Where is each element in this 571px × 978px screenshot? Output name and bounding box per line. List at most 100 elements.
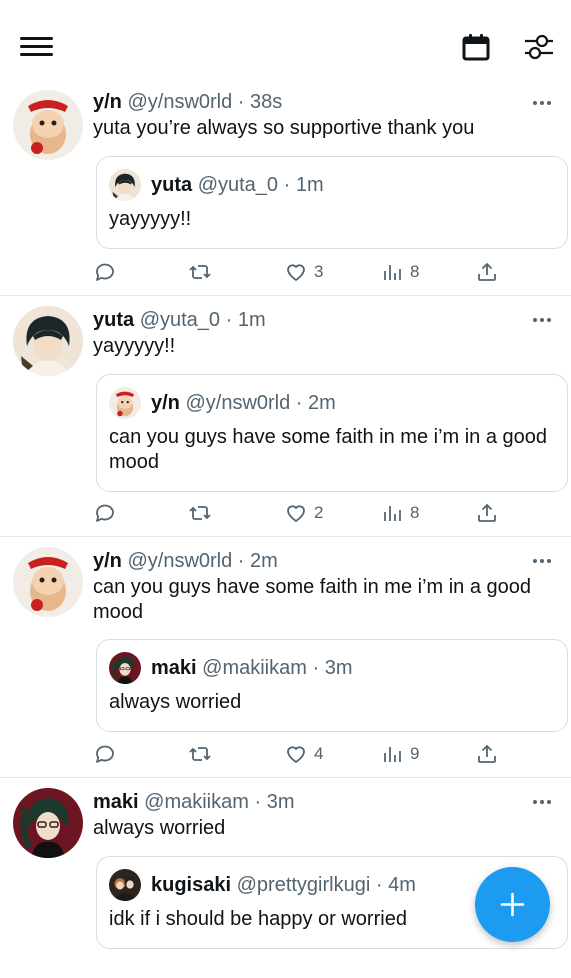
retweet-icon <box>188 742 212 766</box>
reply-button[interactable] <box>93 740 117 768</box>
views-button[interactable]: 8 <box>380 499 419 527</box>
separator: · <box>248 791 267 813</box>
tweet-actions: 2 8 <box>0 499 571 527</box>
display-name[interactable]: y/n <box>93 550 122 572</box>
share-icon <box>475 501 499 525</box>
avatar[interactable] <box>13 547 83 617</box>
tweet-text: yayyyyy!! <box>93 335 176 357</box>
retweet-button[interactable] <box>188 740 212 768</box>
timestamp: 2m <box>308 392 336 414</box>
more-options-icon[interactable] <box>533 99 553 107</box>
timestamp: 1m <box>295 174 324 196</box>
tweet[interactable]: yuta @yuta_0 · 1m yayyyyy!! y/n @y/nsw0r… <box>0 296 571 537</box>
heart-icon <box>284 742 308 766</box>
avatar <box>109 169 141 201</box>
timestamp[interactable]: 38s <box>250 91 282 113</box>
views-icon <box>380 501 404 525</box>
timestamp: 4m <box>388 874 416 896</box>
views-button[interactable]: 9 <box>380 740 419 768</box>
quoted-header: kugisaki @prettygirlkugi · 4m <box>151 873 416 897</box>
like-button[interactable]: 4 <box>284 740 323 768</box>
tweet-text: can you guys have some faith in me i’m i… <box>93 576 532 623</box>
view-count: 9 <box>410 744 420 763</box>
handle: @makiikam <box>202 657 307 679</box>
top-bar <box>0 0 571 88</box>
tweet-actions: 3 8 <box>0 258 571 286</box>
views-icon <box>380 260 404 284</box>
handle: @prettygirlkugi <box>236 874 371 896</box>
avatar[interactable] <box>13 788 83 858</box>
avatar <box>109 869 141 901</box>
share-icon <box>475 742 499 766</box>
views-button[interactable]: 8 <box>380 258 419 286</box>
view-count: 8 <box>410 262 420 281</box>
avatar[interactable] <box>13 306 83 376</box>
display-name: yuta <box>151 174 193 196</box>
retweet-icon <box>188 501 212 525</box>
share-button[interactable] <box>475 258 499 286</box>
heart-icon <box>284 260 308 284</box>
compose-button[interactable] <box>475 867 550 942</box>
display-name: y/n <box>151 392 180 414</box>
tweet-text: always worried <box>93 817 226 839</box>
retweet-button[interactable] <box>188 499 212 527</box>
menu-icon[interactable] <box>20 34 54 60</box>
more-options-icon[interactable] <box>533 316 553 324</box>
like-button[interactable]: 2 <box>284 499 323 527</box>
tweet-header: maki @makiikam · 3m <box>93 790 295 814</box>
like-count: 3 <box>314 262 324 281</box>
display-name[interactable]: yuta <box>93 309 134 331</box>
retweet-button[interactable] <box>188 258 212 286</box>
views-icon <box>380 742 404 766</box>
separator: · <box>290 392 309 414</box>
separator: · <box>232 91 251 113</box>
display-name: kugisaki <box>151 874 232 896</box>
view-count: 8 <box>410 503 420 522</box>
quoted-tweet[interactable]: yuta @yuta_0 · 1m yayyyyy!! <box>96 156 568 249</box>
avatar <box>109 387 141 419</box>
timestamp[interactable]: 3m <box>267 791 295 813</box>
display-name[interactable]: maki <box>93 791 139 813</box>
share-button[interactable] <box>475 499 499 527</box>
like-count: 2 <box>314 503 324 522</box>
handle: @y/nsw0rld <box>185 392 291 414</box>
handle: @y/nsw0rld <box>127 91 233 113</box>
quoted-tweet[interactable]: y/n @y/nsw0rld · 2m can you guys have so… <box>96 374 568 492</box>
timestamp[interactable]: 1m <box>238 309 266 331</box>
like-count: 4 <box>314 744 324 763</box>
tweet[interactable]: y/n @y/nsw0rld · 38s yuta you’re always … <box>0 84 571 296</box>
filter-icon[interactable] <box>523 33 555 61</box>
avatar[interactable] <box>13 90 83 160</box>
timestamp[interactable]: 2m <box>250 550 278 572</box>
reply-icon <box>93 260 117 284</box>
tweet[interactable]: y/n @y/nsw0rld · 2m can you guys have so… <box>0 537 571 778</box>
separator: · <box>278 174 296 196</box>
timeline-feed: y/n @y/nsw0rld · 38s yuta you’re always … <box>0 84 571 978</box>
reply-icon <box>93 501 117 525</box>
tweet-header: yuta @yuta_0 · 1m <box>93 308 266 332</box>
reply-button[interactable] <box>93 258 117 286</box>
handle: @yuta_0 <box>197 174 279 196</box>
handle: @y/nsw0rld <box>127 550 233 572</box>
timestamp: 3m <box>324 657 353 679</box>
more-options-icon[interactable] <box>533 557 553 565</box>
share-button[interactable] <box>475 740 499 768</box>
quoted-tweet[interactable]: maki @makiikam · 3m always worried <box>96 639 568 732</box>
share-icon <box>475 260 499 284</box>
more-options-icon[interactable] <box>533 798 553 806</box>
calendar-icon[interactable] <box>461 32 491 62</box>
like-button[interactable]: 3 <box>284 258 323 286</box>
reply-button[interactable] <box>93 499 117 527</box>
separator: · <box>370 874 389 896</box>
heart-icon <box>284 501 308 525</box>
display-name: maki <box>151 657 197 679</box>
retweet-icon <box>188 260 212 284</box>
quoted-text: yayyyyy!! <box>109 208 192 230</box>
tweet-text: yuta you’re always so supportive thank y… <box>93 117 475 139</box>
quoted-text: can you guys have some faith in me i’m i… <box>109 426 548 473</box>
separator: · <box>232 550 251 572</box>
plus-icon <box>500 892 525 917</box>
quoted-header: y/n @y/nsw0rld · 2m <box>151 391 336 415</box>
reply-icon <box>93 742 117 766</box>
display-name[interactable]: y/n <box>93 91 122 113</box>
